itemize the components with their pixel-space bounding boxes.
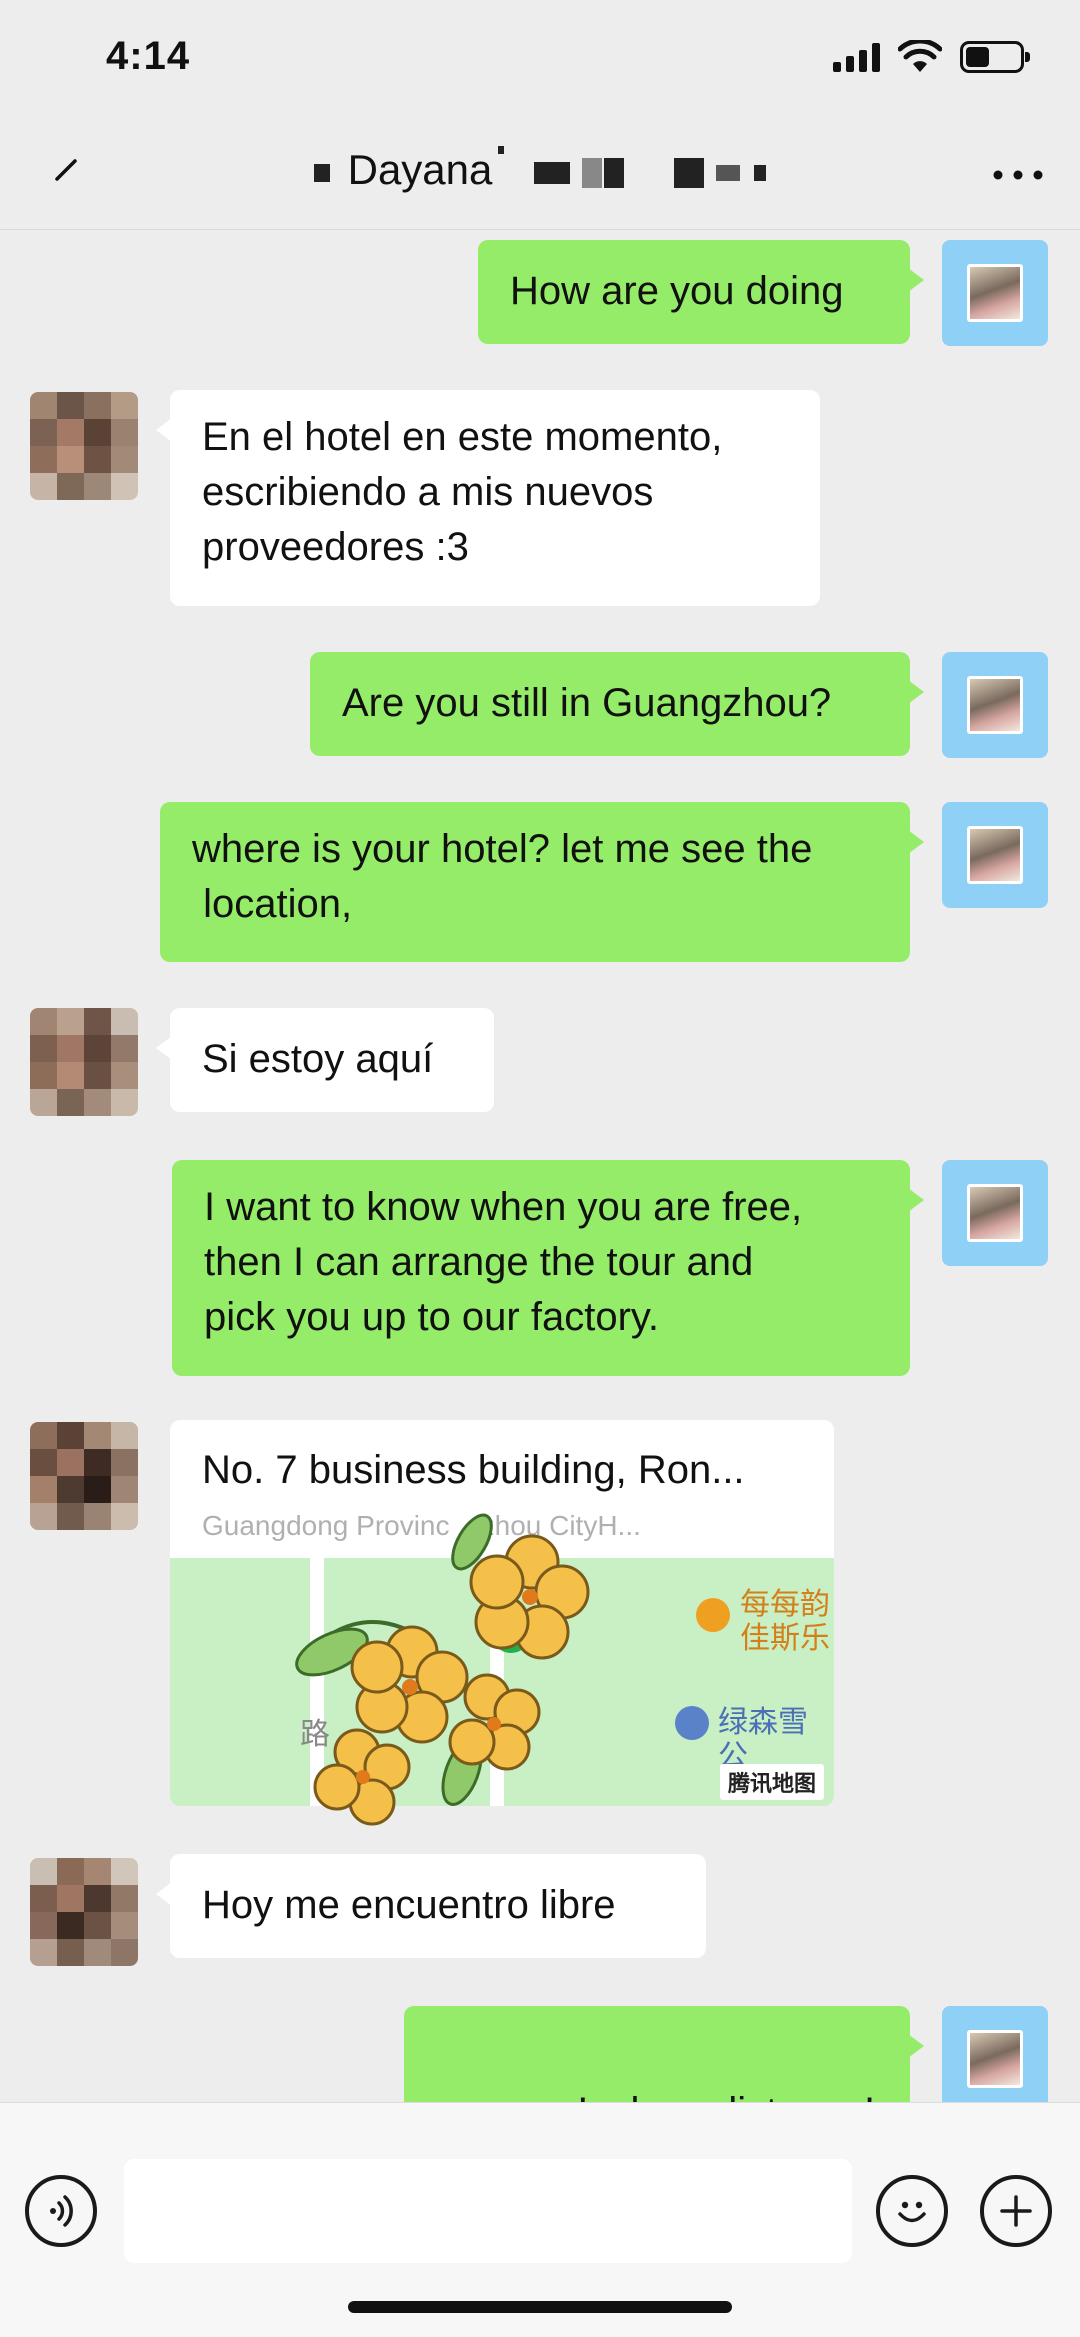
voice-button[interactable] (25, 2175, 97, 2247)
message-text: Hoy me encuentro libre (202, 1883, 616, 1927)
message-text-line: I want to know when you are free, (204, 1185, 803, 1229)
message-text-line: pick you up to our factory. (204, 1295, 660, 1339)
contact-name: Dayana (347, 146, 493, 193)
message-bubble-incoming[interactable]: Si estoy aquí (156, 1008, 494, 1112)
my-avatar[interactable] (942, 240, 1048, 346)
message-bubble-outgoing[interactable]: wao~! close distance! (404, 2006, 924, 2102)
battery-icon (960, 41, 1030, 73)
message-bubble-incoming[interactable]: Hoy me encuentro libre (156, 1854, 706, 1958)
more-button[interactable] (986, 150, 1050, 200)
contact-avatar[interactable] (30, 1858, 138, 1966)
home-indicator[interactable] (348, 2301, 732, 2313)
message-text-line: where is your hotel? let me see the (192, 827, 813, 871)
status-bar: 4:14 (0, 0, 1080, 120)
more-dots-icon (993, 170, 1043, 180)
message-text-line: then I can arrange the tour and (204, 1240, 754, 1284)
message-input[interactable] (124, 2159, 852, 2263)
wifi-icon (898, 40, 942, 72)
message-bubble-outgoing[interactable]: Are you still in Guangzhou? (310, 652, 924, 756)
map-poi-label: 每每韵 (740, 1588, 830, 1621)
message-text-line: proveedores :3 (202, 525, 469, 569)
chat-messages[interactable]: How are you doing En el hotel en este mo… (0, 232, 1080, 2102)
message-text-line: escribiendo a mis nuevos (202, 470, 654, 514)
message-text-line: location, (192, 882, 353, 926)
map-poi-label: 佳斯乐 (740, 1622, 830, 1655)
map-poi-hotel-icon (675, 1706, 709, 1740)
my-avatar[interactable] (942, 652, 1048, 758)
map-poi-shop-icon (696, 1598, 730, 1632)
flower-sticker-icon (295, 1513, 590, 1826)
plus-button[interactable] (980, 2175, 1052, 2247)
input-bar (0, 2102, 1080, 2337)
map-brand-label: 腾讯地图 (719, 1764, 824, 1800)
chat-header: Dayana (0, 120, 1080, 230)
my-avatar[interactable] (942, 2006, 1048, 2102)
plus-icon (1000, 2195, 1032, 2227)
message-text-line: En el hotel en este momento, (202, 415, 723, 459)
message-bubble-outgoing[interactable]: How are you doing (478, 240, 924, 344)
contact-avatar[interactable] (30, 1422, 138, 1530)
battery-fill (966, 47, 990, 67)
message-text: Si estoy aquí (202, 1037, 434, 1081)
message-bubble-outgoing[interactable]: where is your hotel? let me see the loca… (160, 802, 924, 962)
contact-avatar[interactable] (30, 1008, 138, 1116)
chat-title[interactable]: Dayana (0, 146, 1080, 194)
message-bubble-outgoing[interactable]: I want to know when you are free, then I… (172, 1160, 924, 1376)
signal-bars-icon (833, 42, 880, 72)
my-avatar[interactable] (942, 1160, 1048, 1266)
message-text: wao~! close distance! (480, 2090, 875, 2102)
message-bubble-incoming[interactable]: En el hotel en este momento, escribiendo… (156, 390, 820, 606)
my-avatar[interactable] (942, 802, 1048, 908)
emoji-button[interactable] (876, 2175, 948, 2247)
contact-avatar[interactable] (30, 392, 138, 500)
message-text: How are you doing (510, 269, 844, 313)
message-text: Are you still in Guangzhou? (342, 681, 832, 725)
status-icons (833, 40, 1030, 74)
emoji-icon (898, 2201, 926, 2223)
status-time: 4:14 (106, 34, 191, 78)
voice-icon (50, 2195, 73, 2227)
